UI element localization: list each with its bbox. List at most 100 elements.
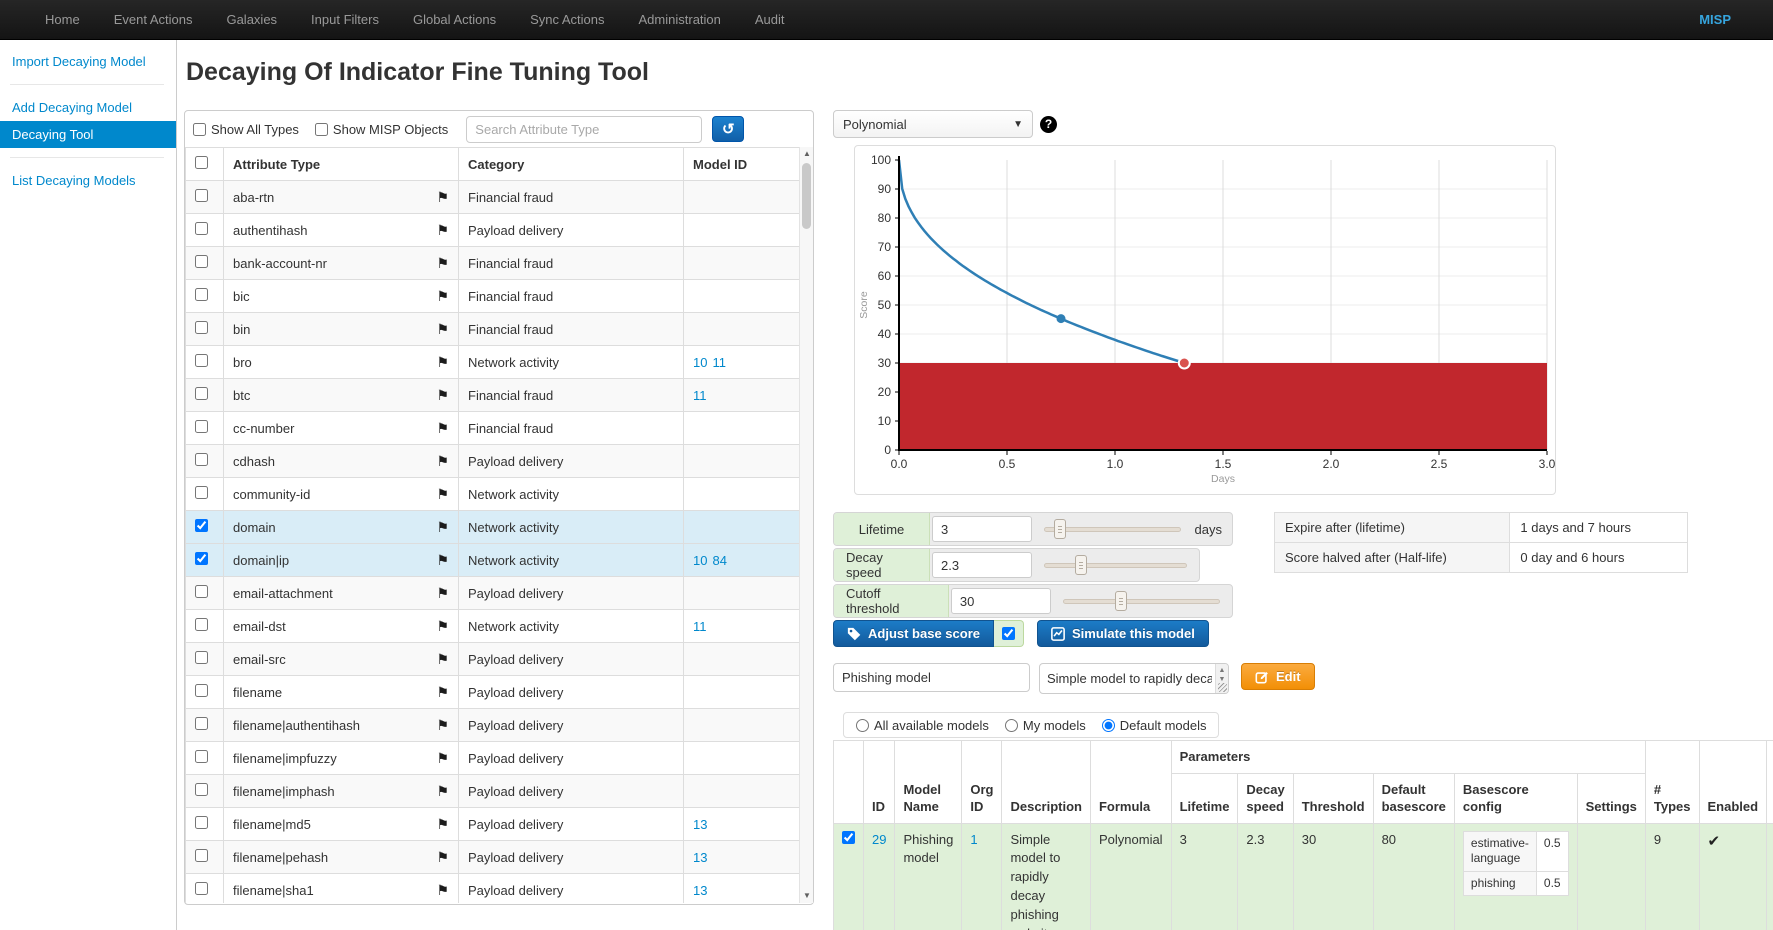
simulate-model-button[interactable]: Simulate this model xyxy=(1037,620,1209,647)
model-id-link-13[interactable]: 13 xyxy=(693,850,707,865)
model-row-checkbox[interactable] xyxy=(842,831,855,844)
flag-icon[interactable]: ⚑ xyxy=(436,388,449,402)
cutoff-threshold-slider-handle[interactable] xyxy=(1115,591,1127,611)
nav-item-input-filters[interactable]: Input Filters xyxy=(294,0,396,40)
flag-icon[interactable]: ⚑ xyxy=(436,883,449,897)
scrollbar[interactable]: ▲ ▼ xyxy=(799,147,813,903)
attribute-checkbox[interactable] xyxy=(195,783,208,796)
scrollbar-thumb[interactable] xyxy=(802,163,811,229)
nav-item-event-actions[interactable]: Event Actions xyxy=(97,0,210,40)
sidebar-item-add-decaying-model[interactable]: Add Decaying Model xyxy=(0,94,176,121)
nav-item-administration[interactable]: Administration xyxy=(622,0,738,40)
flag-icon[interactable]: ⚑ xyxy=(436,685,449,699)
model-id-link-11[interactable]: 11 xyxy=(693,619,707,634)
flag-icon[interactable]: ⚑ xyxy=(436,289,449,303)
sidebar-item-import-decaying-model[interactable]: Import Decaying Model xyxy=(0,48,176,75)
default-models-radio[interactable] xyxy=(1102,719,1115,732)
attribute-checkbox[interactable] xyxy=(195,387,208,400)
attribute-checkbox[interactable] xyxy=(195,585,208,598)
lifetime-slider[interactable] xyxy=(1044,519,1181,539)
scroll-up-arrow[interactable]: ▲ xyxy=(800,147,814,161)
flag-icon[interactable]: ⚑ xyxy=(436,355,449,369)
cutoff-threshold-slider[interactable] xyxy=(1063,591,1220,611)
formula-select[interactable]: Polynomial ▼ xyxy=(833,110,1033,138)
lifetime-slider-handle[interactable] xyxy=(1054,519,1066,539)
attribute-checkbox[interactable] xyxy=(195,420,208,433)
all-available-models-radio[interactable] xyxy=(856,719,869,732)
attribute-checkbox[interactable] xyxy=(195,651,208,664)
flag-icon[interactable]: ⚑ xyxy=(436,718,449,732)
attribute-checkbox[interactable] xyxy=(195,453,208,466)
model-id-link-10[interactable]: 10 xyxy=(693,553,707,568)
my-models-radio[interactable] xyxy=(1005,719,1018,732)
decay-speed-slider[interactable] xyxy=(1044,555,1187,575)
model-id-link[interactable]: 29 xyxy=(872,832,886,847)
attribute-checkbox[interactable] xyxy=(195,717,208,730)
attribute-checkbox[interactable] xyxy=(195,816,208,829)
flag-icon[interactable]: ⚑ xyxy=(436,619,449,633)
nav-item-sync-actions[interactable]: Sync Actions xyxy=(513,0,621,40)
search-attribute-input[interactable] xyxy=(466,116,702,143)
show-all-types-checkbox[interactable] xyxy=(193,123,206,136)
flag-icon[interactable]: ⚑ xyxy=(436,223,449,237)
adjust-base-score-checkbox[interactable] xyxy=(1002,627,1015,640)
attribute-checkbox[interactable] xyxy=(195,750,208,763)
nav-item-audit[interactable]: Audit xyxy=(738,0,802,40)
flag-icon[interactable]: ⚑ xyxy=(436,586,449,600)
attribute-checkbox[interactable] xyxy=(195,321,208,334)
radio-my-models[interactable]: My models xyxy=(1005,718,1086,733)
attribute-checkbox[interactable] xyxy=(195,189,208,202)
decay-chart[interactable]: 01020304050607080901000.00.51.01.52.02.5… xyxy=(855,146,1555,494)
attribute-checkbox[interactable] xyxy=(195,684,208,697)
attribute-checkbox[interactable] xyxy=(195,222,208,235)
radio-all-available-models[interactable]: All available models xyxy=(856,718,989,733)
edit-model-button[interactable]: Edit xyxy=(1241,663,1315,690)
attribute-checkbox[interactable] xyxy=(195,618,208,631)
resize-grip-icon[interactable] xyxy=(1218,683,1227,692)
score-point[interactable] xyxy=(1057,314,1066,323)
show-misp-objects-checkbox[interactable] xyxy=(315,123,328,136)
attribute-checkbox[interactable] xyxy=(195,486,208,499)
model-name-input[interactable] xyxy=(833,663,1030,692)
radio-default-models[interactable]: Default models xyxy=(1102,718,1207,733)
model-org-link[interactable]: 1 xyxy=(970,832,977,847)
attribute-checkbox[interactable] xyxy=(195,288,208,301)
nav-item-global-actions[interactable]: Global Actions xyxy=(396,0,513,40)
flag-icon[interactable]: ⚑ xyxy=(436,784,449,798)
model-id-link-13[interactable]: 13 xyxy=(693,883,707,898)
sidebar-item-list-decaying-models[interactable]: List Decaying Models xyxy=(0,167,176,194)
flag-icon[interactable]: ⚑ xyxy=(436,487,449,501)
flag-icon[interactable]: ⚑ xyxy=(436,520,449,534)
model-id-link-84[interactable]: 84 xyxy=(712,553,726,568)
attribute-checkbox[interactable] xyxy=(195,552,208,565)
model-description-textarea[interactable]: Simple model to rapidly decay ▲▼ xyxy=(1039,663,1229,694)
flag-icon[interactable]: ⚑ xyxy=(436,322,449,336)
lifetime-input[interactable] xyxy=(932,516,1032,542)
attribute-checkbox[interactable] xyxy=(195,849,208,862)
attribute-checkbox[interactable] xyxy=(195,519,208,532)
cutoff-threshold-input[interactable] xyxy=(951,588,1051,614)
flag-icon[interactable]: ⚑ xyxy=(436,652,449,666)
decay-speed-slider-handle[interactable] xyxy=(1075,555,1087,575)
flag-icon[interactable]: ⚑ xyxy=(436,454,449,468)
show-misp-objects-toggle[interactable]: Show MISP Objects xyxy=(315,122,448,137)
flag-icon[interactable]: ⚑ xyxy=(436,553,449,567)
nav-item-home[interactable]: Home xyxy=(28,0,97,40)
flag-icon[interactable]: ⚑ xyxy=(436,256,449,270)
model-id-link-11[interactable]: 11 xyxy=(693,388,707,403)
flag-icon[interactable]: ⚑ xyxy=(436,817,449,831)
refresh-button[interactable]: ↺ xyxy=(712,116,744,142)
model-id-link-10[interactable]: 10 xyxy=(693,355,707,370)
flag-icon[interactable]: ⚑ xyxy=(436,190,449,204)
flag-icon[interactable]: ⚑ xyxy=(436,751,449,765)
show-all-types-toggle[interactable]: Show All Types xyxy=(193,122,299,137)
model-id-link-11[interactable]: 11 xyxy=(712,355,726,370)
flag-icon[interactable]: ⚑ xyxy=(436,421,449,435)
org-name[interactable]: MISP xyxy=(1699,0,1731,40)
select-all-checkbox[interactable] xyxy=(195,156,208,169)
attribute-checkbox[interactable] xyxy=(195,882,208,895)
flag-icon[interactable]: ⚑ xyxy=(436,850,449,864)
scroll-down-arrow[interactable]: ▼ xyxy=(800,889,814,903)
help-icon[interactable]: ? xyxy=(1040,116,1057,133)
model-id-link-13[interactable]: 13 xyxy=(693,817,707,832)
